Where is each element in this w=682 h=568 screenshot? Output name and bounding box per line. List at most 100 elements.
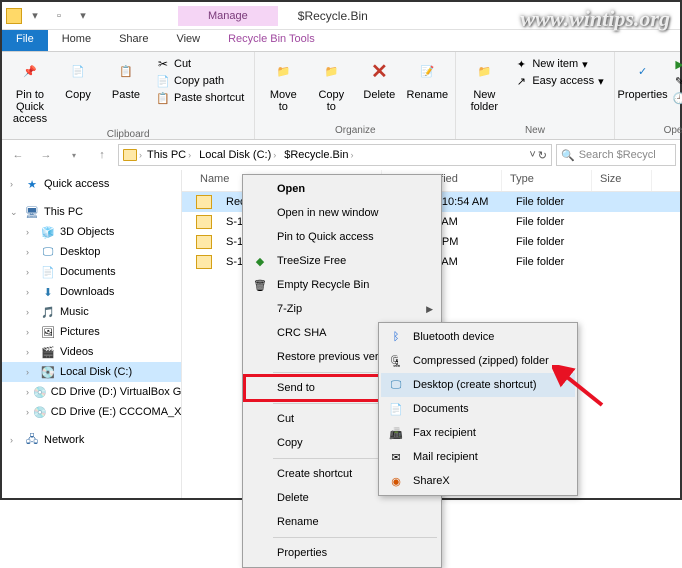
- nav-downloads[interactable]: ›⬇Downloads: [2, 282, 181, 302]
- qat-dropdown[interactable]: ▾: [72, 5, 94, 27]
- menu-treesize[interactable]: ◆TreeSize Free: [245, 249, 439, 273]
- recent-button[interactable]: ▾: [62, 143, 86, 167]
- nav-cd-drive-e[interactable]: ›💿CD Drive (E:) CCCOMA_X64FRE_: [2, 402, 181, 422]
- drive-icon: 💽: [40, 364, 56, 380]
- forward-button[interactable]: →: [34, 143, 58, 167]
- folder-icon: [196, 215, 212, 229]
- nav-desktop[interactable]: ›🖵Desktop: [2, 242, 181, 262]
- new-folder-button[interactable]: 📁New folder: [462, 54, 506, 117]
- nav-music[interactable]: ›🎵Music: [2, 302, 181, 322]
- crumb-this-pc[interactable]: This PC›: [144, 149, 194, 161]
- 3d-icon: 🧊: [40, 224, 56, 240]
- rename-icon: 📝: [413, 58, 441, 86]
- nav-videos[interactable]: ›🎬Videos: [2, 342, 181, 362]
- context-tab-manage[interactable]: Manage: [178, 6, 278, 26]
- tab-file[interactable]: File: [2, 30, 48, 51]
- submenu-bluetooth[interactable]: ᛒBluetooth device: [381, 325, 575, 349]
- paste-icon: 📋: [112, 58, 140, 86]
- ribbon-tabs: File Home Share View Recycle Bin Tools: [2, 30, 680, 52]
- ribbon-group-open: ✓Properties ▶Open ▾ ✎Edit 🕘History Open: [615, 52, 682, 139]
- cut-button[interactable]: ✂Cut: [152, 56, 248, 72]
- folder-icon: [196, 195, 212, 209]
- menu-pin-quick-access[interactable]: Pin to Quick access: [245, 225, 439, 249]
- cd-icon: 💿: [33, 404, 47, 420]
- back-button[interactable]: ←: [6, 143, 30, 167]
- properties-icon: ✓: [629, 58, 657, 86]
- qat-customize[interactable]: ▾: [24, 5, 46, 27]
- treesize-icon: ◆: [251, 253, 269, 269]
- folder-icon: [6, 8, 22, 24]
- nav-quick-access[interactable]: ›★Quick access: [2, 174, 181, 194]
- network-icon: 🖧: [24, 432, 40, 448]
- pc-icon: 🖥: [24, 204, 40, 220]
- edit-button[interactable]: ✎Edit: [669, 73, 682, 89]
- rename-button[interactable]: 📝Rename: [405, 54, 449, 105]
- search-input[interactable]: 🔍 Search $Recycl: [556, 144, 676, 166]
- tab-view[interactable]: View: [162, 30, 214, 51]
- copy-path-button[interactable]: 📄Copy path: [152, 73, 248, 89]
- crumb-local-disk[interactable]: Local Disk (C:)›: [196, 149, 279, 161]
- paste-button[interactable]: 📋Paste: [104, 54, 148, 105]
- up-button[interactable]: ↑: [90, 143, 114, 167]
- address-bar[interactable]: › This PC› Local Disk (C:)› $Recycle.Bin…: [118, 144, 552, 166]
- tab-recycle-bin-tools[interactable]: Recycle Bin Tools: [214, 30, 329, 51]
- submenu-desktop-shortcut[interactable]: 🖵Desktop (create shortcut): [381, 373, 575, 397]
- folder-icon: [196, 235, 212, 249]
- move-to-button[interactable]: 📁Move to: [261, 54, 305, 117]
- qat-properties[interactable]: ▫: [48, 5, 70, 27]
- submenu-compressed[interactable]: 🗜Compressed (zipped) folder: [381, 349, 575, 373]
- properties-button[interactable]: ✓Properties: [621, 54, 665, 105]
- navigation-pane: ›★Quick access ⌄🖥This PC ›🧊3D Objects ›🖵…: [2, 170, 182, 498]
- menu-empty-recycle[interactable]: 🗑Empty Recycle Bin: [245, 273, 439, 297]
- submenu-fax[interactable]: 📠Fax recipient: [381, 421, 575, 445]
- documents-icon: 📄: [40, 264, 56, 280]
- videos-icon: 🎬: [40, 344, 56, 360]
- new-item-icon: ✦: [514, 57, 528, 71]
- submenu-sharex[interactable]: ◉ShareX: [381, 469, 575, 493]
- tab-share[interactable]: Share: [105, 30, 162, 51]
- nav-this-pc[interactable]: ⌄🖥This PC: [2, 202, 181, 222]
- copy-to-button[interactable]: 📁Copy to: [309, 54, 353, 117]
- menu-7zip[interactable]: 7-Zip▶: [245, 297, 439, 321]
- nav-cd-drive-d[interactable]: ›💿CD Drive (D:) VirtualBox Guest A: [2, 382, 181, 402]
- header-type[interactable]: Type: [502, 170, 592, 191]
- sharex-icon: ◉: [387, 473, 405, 489]
- menu-open-new-window[interactable]: Open in new window: [245, 201, 439, 225]
- nav-pictures[interactable]: ›🖼Pictures: [2, 322, 181, 342]
- nav-network[interactable]: ›🖧Network: [2, 430, 181, 450]
- pin-to-quick-access-button[interactable]: 📌Pin to Quick access: [8, 54, 52, 129]
- nav-local-disk[interactable]: ›💽Local Disk (C:): [2, 362, 181, 382]
- delete-button[interactable]: ✕Delete: [357, 54, 401, 105]
- new-item-button[interactable]: ✦New item ▾: [510, 56, 607, 72]
- refresh-button[interactable]: ↻: [538, 149, 547, 162]
- easy-access-button[interactable]: ↗Easy access ▾: [510, 73, 607, 89]
- address-dropdown[interactable]: ˅: [529, 149, 535, 162]
- submenu-documents[interactable]: 📄Documents: [381, 397, 575, 421]
- history-button[interactable]: 🕘History: [669, 90, 682, 106]
- pictures-icon: 🖼: [40, 324, 56, 340]
- paste-shortcut-button[interactable]: 📋Paste shortcut: [152, 90, 248, 106]
- mail-icon: ✉: [387, 449, 405, 465]
- header-size[interactable]: Size: [592, 170, 652, 191]
- desktop-icon: 🖵: [40, 244, 56, 260]
- star-icon: ★: [24, 176, 40, 192]
- menu-open[interactable]: Open: [245, 177, 439, 201]
- submenu-mail[interactable]: ✉Mail recipient: [381, 445, 575, 469]
- music-icon: 🎵: [40, 304, 56, 320]
- send-to-submenu: ᛒBluetooth device 🗜Compressed (zipped) f…: [378, 322, 578, 496]
- menu-properties[interactable]: Properties: [245, 541, 439, 565]
- ribbon-label-organize: Organize: [261, 125, 449, 137]
- content-pane: Name Date modified Type Size Recycle Bin…: [182, 170, 680, 498]
- folder-icon: [123, 149, 137, 161]
- crumb-recycle-bin[interactable]: $Recycle.Bin›: [281, 149, 356, 161]
- tab-home[interactable]: Home: [48, 30, 105, 51]
- nav-3d-objects[interactable]: ›🧊3D Objects: [2, 222, 181, 242]
- history-icon: 🕘: [673, 91, 682, 105]
- search-icon: 🔍: [561, 149, 575, 162]
- open-button[interactable]: ▶Open ▾: [669, 56, 682, 72]
- titlebar: ▾ ▫ ▾ Manage $Recycle.Bin: [2, 2, 680, 30]
- copy-button[interactable]: 📄Copy: [56, 54, 100, 105]
- menu-rename[interactable]: Rename: [245, 510, 439, 534]
- quick-access-toolbar: ▾ ▫ ▾: [2, 5, 98, 27]
- nav-documents[interactable]: ›📄Documents: [2, 262, 181, 282]
